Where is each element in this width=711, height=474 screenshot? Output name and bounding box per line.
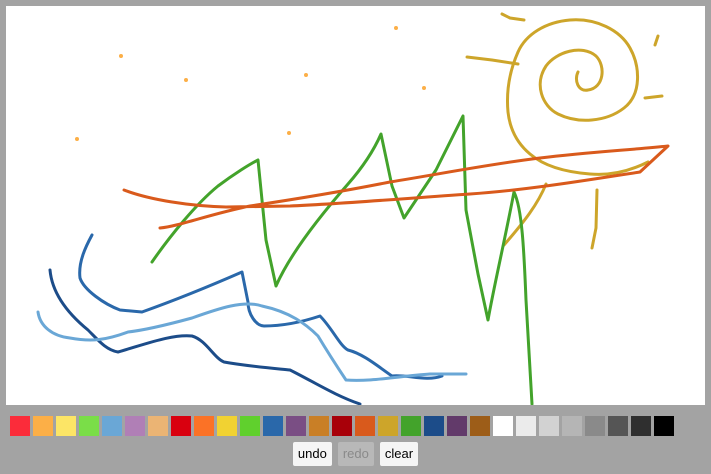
sun-ray-stroke: [500, 12, 526, 22]
navy-line-stroke: [48, 268, 362, 405]
color-swatch-orange[interactable]: [194, 416, 214, 436]
color-swatch-light-blue[interactable]: [102, 416, 122, 436]
color-swatch-dark-gray[interactable]: [608, 416, 628, 436]
color-swatch-blue[interactable]: [263, 416, 283, 436]
color-swatch-light-gray[interactable]: [539, 416, 559, 436]
color-swatch-charcoal[interactable]: [631, 416, 651, 436]
color-swatch-light-purple[interactable]: [125, 416, 145, 436]
green-zigzag-stroke: [150, 114, 534, 405]
sun-ray-stroke: [590, 188, 599, 250]
drawing-canvas[interactable]: [6, 6, 705, 405]
orange-line-stroke: [122, 144, 670, 230]
color-swatch-burnt-orange[interactable]: [355, 416, 375, 436]
color-swatch-plum[interactable]: [447, 416, 467, 436]
color-swatch-silver[interactable]: [562, 416, 582, 436]
color-swatch-red[interactable]: [10, 416, 30, 436]
undo-button[interactable]: undo: [292, 442, 332, 466]
redo-button[interactable]: redo: [337, 442, 374, 466]
color-swatch-light-orange[interactable]: [33, 416, 53, 436]
color-swatch-mustard[interactable]: [378, 416, 398, 436]
sun-ray-stroke: [465, 55, 520, 66]
toolbar: undo redo clear: [0, 442, 711, 466]
orange-dots: [75, 26, 426, 141]
color-swatch-gray[interactable]: [585, 416, 605, 436]
color-swatch-crimson[interactable]: [171, 416, 191, 436]
color-swatch-light-green[interactable]: [79, 416, 99, 436]
color-swatch-yellow[interactable]: [217, 416, 237, 436]
color-swatch-brown[interactable]: [470, 416, 490, 436]
color-swatch-dark-green[interactable]: [401, 416, 421, 436]
color-swatch-green[interactable]: [240, 416, 260, 436]
color-swatch-black[interactable]: [654, 416, 674, 436]
clear-button[interactable]: clear: [379, 442, 419, 466]
color-swatch-off-white[interactable]: [516, 416, 536, 436]
color-swatch-purple[interactable]: [286, 416, 306, 436]
color-palette: [10, 416, 674, 436]
sun-ray-stroke: [643, 94, 664, 100]
color-swatch-white[interactable]: [493, 416, 513, 436]
color-swatch-tan[interactable]: [148, 416, 168, 436]
drawing-strokes: [36, 12, 670, 405]
sun-ray-stroke: [653, 34, 660, 47]
color-swatch-navy[interactable]: [424, 416, 444, 436]
color-swatch-dark-red[interactable]: [332, 416, 352, 436]
color-swatch-ochre[interactable]: [309, 416, 329, 436]
color-swatch-light-yellow[interactable]: [56, 416, 76, 436]
